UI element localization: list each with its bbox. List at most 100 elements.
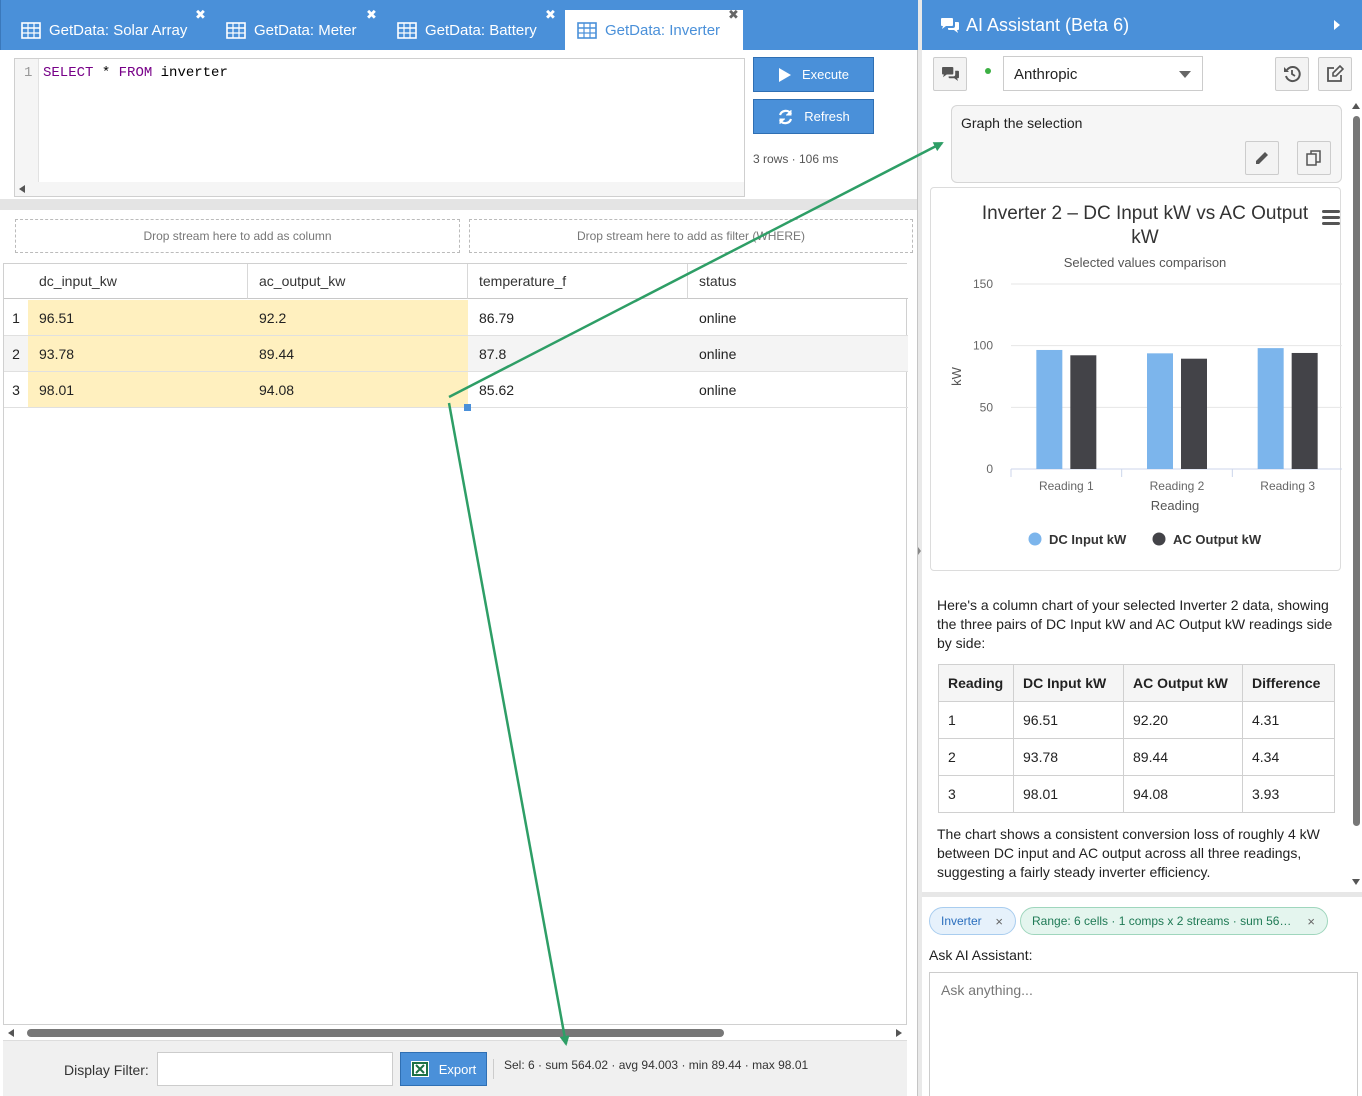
table-cell: 89.44 [1123,738,1243,776]
grid-horizontal-scrollbar[interactable] [3,1026,907,1040]
column-header[interactable]: status [688,264,908,299]
history-button[interactable] [1275,57,1309,91]
table-row: 3 98.01 94.08 3.93 [938,775,1335,813]
filter-dropzone[interactable]: Drop stream here to add as filter (WHERE… [469,219,913,253]
bar-ac-output [1181,358,1207,469]
table-header: AC Output kW [1123,664,1243,702]
remove-chip-icon[interactable]: × [1307,914,1315,929]
selection-fill-handle[interactable] [464,404,471,411]
legend-label: AC Output kW [1173,532,1262,547]
table-row: 2 93.78 89.44 4.34 [938,738,1335,776]
bar-ac-output [1070,355,1097,469]
table-cell[interactable]: 86.79 [468,300,688,336]
scroll-left-icon[interactable] [19,185,25,193]
bar-dc-input [1147,353,1173,469]
export-label: Export [438,1061,477,1077]
tab-label: GetData: Meter [254,21,357,39]
table-cell: 98.01 [1013,775,1124,813]
display-filter-input[interactable] [157,1052,393,1086]
sql-token: * [93,65,119,81]
refresh-button[interactable]: Refresh [753,99,874,134]
table-icon [397,21,417,39]
tab-label: GetData: Solar Array [49,21,188,39]
chat-scrollbar[interactable] [1350,102,1362,890]
table-cell[interactable]: 93.78 [28,336,248,372]
chip-label: Range: 6 cells · 1 comps x 2 streams · s… [1032,914,1292,928]
chart-container: Inverter 2 – DC Input kW vs AC Output kW S… [930,187,1344,571]
table-icon [21,21,41,39]
chat-icon [941,18,959,33]
column-dropzone[interactable]: Drop stream here to add as column [15,219,460,253]
scrollbar-thumb[interactable] [27,1029,724,1037]
x-axis-label: Reading [1151,498,1199,513]
conversations-button[interactable] [933,57,967,91]
table-cell[interactable]: 92.2 [248,300,468,336]
table-cell[interactable]: 94.08 [248,372,468,408]
y-tick-label: 0 [986,462,993,476]
table-cell: 94.08 [1123,775,1243,813]
provider-select[interactable]: Anthropic [1003,56,1203,91]
legend-marker [1028,532,1042,546]
legend-label: DC Input kW [1049,532,1127,547]
close-tab-icon[interactable]: ✖ [366,7,377,23]
user-message-text: Graph the selection [961,115,1083,131]
selection-stats: Sel: 6 · sum 564.02 · avg 94.003 · min 8… [504,1058,809,1072]
close-tab-icon[interactable]: ✖ [195,7,206,23]
column-header[interactable]: dc_input_kw [28,264,248,299]
chip-label: Inverter [941,914,982,928]
provider-value: Anthropic [1014,66,1078,83]
table-cell[interactable]: online [688,372,908,408]
context-chip[interactable]: Range: 6 cells · 1 comps x 2 streams · s… [1020,907,1328,935]
tab-battery[interactable]: GetData: Battery ✖ [377,7,560,50]
chart-title: kW [1131,227,1159,248]
column-header[interactable]: ac_output_kw [248,264,468,299]
assistant-table: Reading DC Input kW AC Output kW Differe… [938,664,1335,813]
tab-solar-array[interactable]: GetData: Solar Array ✖ [1,7,206,50]
remove-chip-icon[interactable]: × [995,914,1003,929]
sql-code[interactable]: SELECT * FROM inverter [43,65,228,81]
ask-input[interactable] [929,972,1358,1096]
copy-message-button[interactable] [1297,141,1331,175]
context-chip[interactable]: Inverter × [929,907,1016,935]
scroll-down-icon[interactable] [1352,879,1360,885]
row-number[interactable]: 2 [4,336,29,372]
table-cell[interactable]: 85.62 [468,372,688,408]
sql-keyword: SELECT [43,65,94,81]
export-button[interactable]: Export [400,1052,487,1086]
table-cell[interactable]: 96.51 [28,300,248,336]
row-number[interactable]: 3 [4,372,29,408]
execute-button[interactable]: Execute [753,57,874,92]
table-cell[interactable]: 89.44 [248,336,468,372]
line-number: 1 [24,65,33,81]
splitter-bar[interactable] [0,199,917,210]
assistant-intro: Here's a column chart of your selected I… [937,597,1333,651]
close-tab-icon[interactable]: ✖ [545,7,556,23]
tab-meter[interactable]: GetData: Meter ✖ [206,7,382,50]
close-tab-icon[interactable]: ✖ [728,7,739,23]
table-cell[interactable]: online [688,300,908,336]
new-chat-button[interactable] [1318,57,1352,91]
ask-label: Ask AI Assistant: [929,947,1033,963]
row-number[interactable]: 1 [4,300,29,336]
editor-scrollbar[interactable] [15,182,744,196]
bar-dc-input [1036,349,1063,469]
scroll-left-icon[interactable] [8,1029,14,1037]
collapse-panel-icon[interactable] [1333,19,1341,31]
tab-inverter[interactable]: GetData: Inverter ✖ [565,7,743,50]
scroll-up-icon[interactable] [1352,103,1360,109]
divider [493,1059,494,1079]
copy-icon [1306,150,1321,166]
edit-message-button[interactable] [1245,141,1279,175]
table-cell: 96.51 [1013,701,1124,739]
column-header[interactable]: temperature_f [468,264,688,299]
ai-assistant-header: AI Assistant (Beta 6) [922,0,1362,50]
chevron-down-icon [1179,71,1191,78]
table-cell[interactable]: 87.8 [468,336,688,372]
scroll-right-icon[interactable] [896,1029,902,1037]
history-icon [1284,66,1301,83]
table-cell[interactable]: 98.01 [28,372,248,408]
sql-editor[interactable]: 1 SELECT * FROM inverter [14,58,745,197]
scrollbar-thumb[interactable] [1353,116,1360,826]
table-cell[interactable]: online [688,336,908,372]
column-chart: Inverter 2 – DC Input kW vs AC Output kW S… [949,203,1344,547]
